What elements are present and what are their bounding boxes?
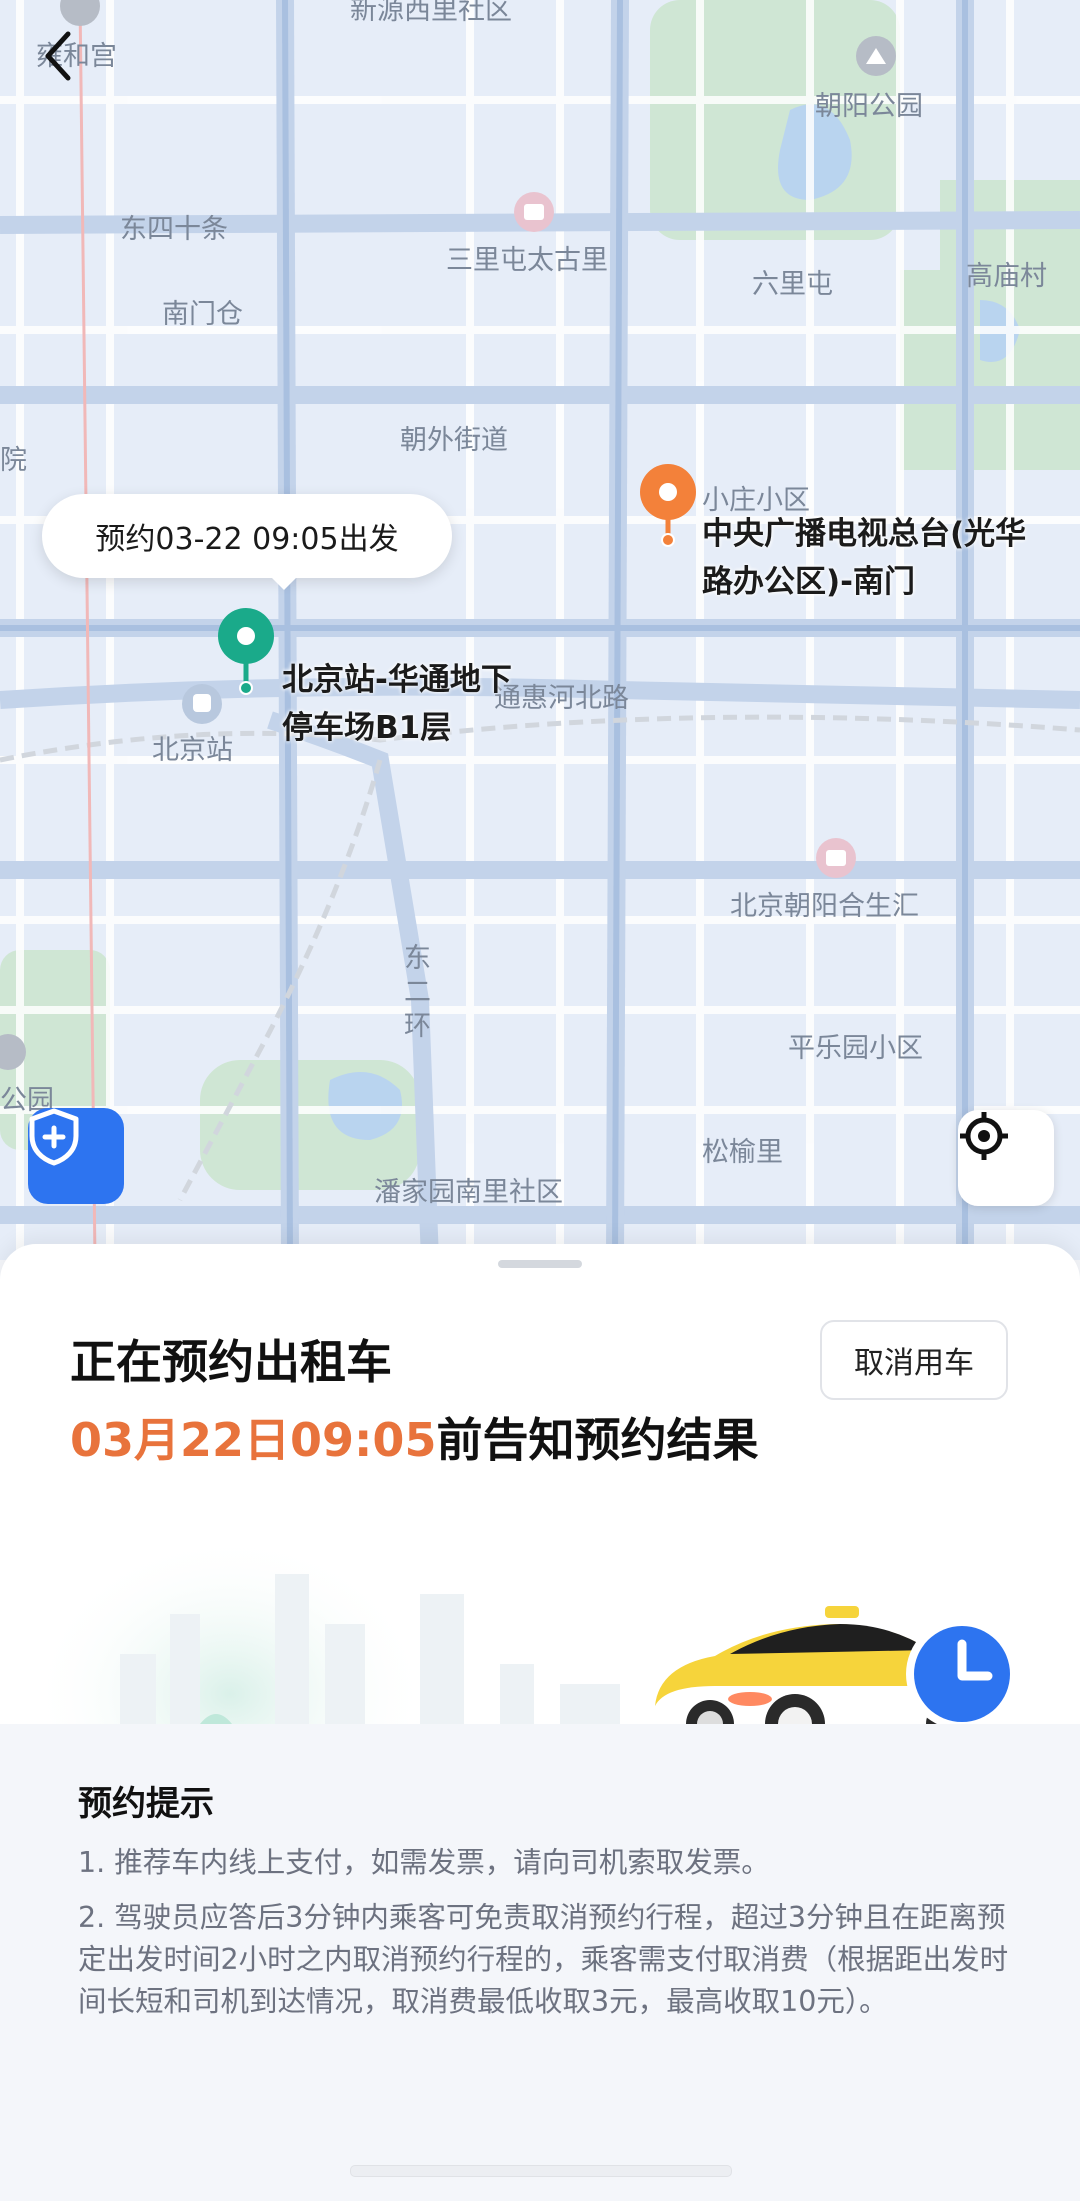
- start-label-line: 停车场B1层: [282, 710, 452, 746]
- result-deadline: 03月22日09:05: [70, 1413, 437, 1467]
- locate-me-button[interactable]: [958, 1110, 1054, 1206]
- map-label: 院: [0, 445, 27, 476]
- map-label: 新源西里社区: [350, 0, 512, 26]
- safety-center-button[interactable]: [28, 1108, 124, 1204]
- locate-icon: [960, 1112, 1008, 1160]
- start-pin-icon: [218, 608, 274, 695]
- map-label: 南门仓: [162, 299, 243, 330]
- map-label: 环: [404, 1011, 431, 1042]
- shield-plus-icon: [29, 1108, 79, 1166]
- page-title: 正在预约出租车: [70, 1335, 392, 1389]
- end-pin-icon: [640, 464, 696, 547]
- mall-icon: [514, 192, 554, 232]
- start-label-line: 北京站-华通地下: [282, 662, 512, 698]
- map-label: 朝阳公园: [815, 91, 923, 122]
- sheet-drag-handle[interactable]: [498, 1260, 582, 1268]
- map-label: 北京朝阳合生汇: [730, 891, 919, 922]
- reservation-sheet: 正在预约出租车 03月22日09:05前告知预约结果 取消用车 预约提示 1. …: [0, 1244, 1080, 2201]
- reservation-tips: 预约提示 1. 推荐车内线上支付，如需发票，请向司机索取发票。 2. 驾驶员应答…: [0, 1724, 1080, 2201]
- end-label-line: 路办公区)-南门: [702, 564, 916, 600]
- start-location-label: 北京站-华通地下 停车场B1层: [282, 656, 512, 752]
- back-button[interactable]: [40, 30, 100, 90]
- home-indicator: [350, 2165, 732, 2177]
- end-label-line: 中央广播电视总台(光华: [702, 516, 1027, 552]
- bubble-text: 预约03-22 09:05出发: [95, 522, 399, 557]
- back-icon: [45, 31, 71, 81]
- result-notice-text: 前告知预约结果: [436, 1413, 759, 1467]
- cancel-ride-button[interactable]: 取消用车: [820, 1320, 1008, 1400]
- tip-item: 2. 驾驶员应答后3分钟内乘客可免责取消预约行程，超过3分钟且在距离预定出发时间…: [78, 1901, 1009, 2018]
- result-notice: 03月22日09:05前告知预约结果: [70, 1404, 758, 1470]
- reservation-time-bubble: 预约03-22 09:05出发: [42, 494, 452, 590]
- map-label: 东四十条: [120, 214, 228, 245]
- map-label: 松榆里: [702, 1137, 783, 1168]
- clock-icon: [906, 1618, 1018, 1730]
- map-label: 平乐园小区: [788, 1033, 923, 1064]
- map-label: 通惠河北路: [494, 683, 629, 714]
- map-label: 三里屯太古里: [446, 245, 608, 276]
- park-icon: [856, 36, 896, 76]
- map-label: 朝外街道: [400, 425, 508, 456]
- map-label: 高庙村: [966, 261, 1047, 292]
- tip-item: 1. 推荐车内线上支付，如需发票，请向司机索取发票。: [78, 1846, 770, 1879]
- map-label: 潘家园南里社区: [374, 1177, 563, 1208]
- mall-icon: [816, 838, 856, 878]
- map-roads: [0, 0, 1080, 1260]
- map-label: 六里屯: [752, 269, 833, 300]
- map-label: 北京站: [152, 735, 233, 766]
- map-view[interactable]: 雍和宫 新源西里社区 朝阳公园 东四十条 三里屯太古里 六里屯 高庙村 南门仓 …: [0, 0, 1080, 1260]
- home-icon: [60, 0, 100, 26]
- tips-title: 预约提示: [78, 1784, 214, 1824]
- end-location-label: 中央广播电视总台(光华 路办公区)-南门: [702, 510, 1026, 606]
